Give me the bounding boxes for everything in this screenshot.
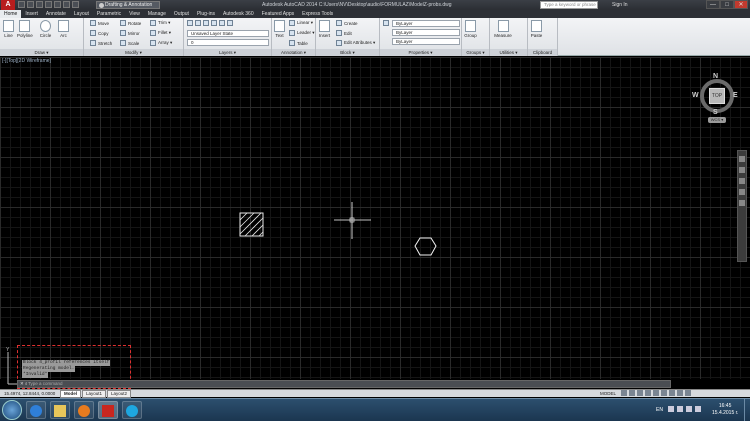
isolate-objects-icon[interactable]: [669, 390, 676, 396]
network-icon[interactable]: [686, 406, 692, 412]
taskbar-autocad[interactable]: [98, 401, 118, 419]
start-button[interactable]: [2, 400, 22, 420]
viewcube-top-face[interactable]: TOP: [709, 88, 725, 104]
workspace-switching-icon[interactable]: [653, 390, 660, 396]
annotation-visibility-icon[interactable]: [645, 390, 652, 396]
coordinates-readout[interactable]: 15.4974, 12.8444, 0.0000: [0, 391, 60, 396]
compass-east[interactable]: E: [733, 92, 738, 99]
hexagon[interactable]: [414, 237, 437, 256]
annotation-scale-icon[interactable]: [637, 390, 644, 396]
hardware-acceleration-icon[interactable]: [677, 390, 684, 396]
internet-explorer-icon: [30, 405, 42, 417]
folder-icon: [54, 405, 66, 417]
command-line-placeholder: Type a command: [28, 381, 63, 386]
autocad-icon: [102, 405, 114, 417]
showmotion-icon[interactable]: [739, 200, 745, 206]
quick-view-drawings-icon[interactable]: [629, 390, 636, 396]
viewcube[interactable]: TOP N S E W WCS ▾: [692, 73, 738, 125]
clock[interactable]: 16:45 15.4.2015 г.: [712, 403, 738, 417]
navigation-bar: [737, 150, 747, 262]
command-line-input[interactable]: ✕ ⌕ Type a command: [17, 380, 671, 388]
action-center-icon[interactable]: [677, 406, 683, 412]
crosshair-cursor: [334, 202, 371, 239]
model-space-toggle[interactable]: MODEL: [600, 391, 616, 396]
wcs-menu[interactable]: WCS ▾: [708, 117, 726, 123]
compass-west[interactable]: W: [692, 92, 699, 99]
lock-ui-icon[interactable]: [661, 390, 668, 396]
clean-screen-icon[interactable]: [685, 390, 692, 396]
svg-text:Y: Y: [6, 347, 10, 353]
status-tray: MODEL: [600, 389, 692, 397]
zoom-icon[interactable]: [739, 178, 745, 184]
pan-icon[interactable]: [739, 167, 745, 173]
quick-view-layouts-icon[interactable]: [621, 390, 628, 396]
taskbar-mediaplayer[interactable]: [74, 401, 94, 419]
volume-icon[interactable]: [695, 406, 701, 412]
compass-north[interactable]: N: [713, 73, 718, 80]
hatched-square[interactable]: [239, 212, 264, 237]
tab-layout1[interactable]: Layout1: [82, 389, 107, 398]
system-tray: [668, 406, 701, 412]
media-player-icon: [78, 405, 90, 417]
tab-model[interactable]: Model: [60, 389, 81, 398]
clock-time: 16:45: [718, 403, 732, 409]
steering-wheel-icon[interactable]: [739, 156, 745, 162]
taskbar-explorer[interactable]: [50, 401, 70, 419]
command-line-close-icon[interactable]: ✕ ⌕: [20, 381, 28, 387]
taskbar-ie[interactable]: [26, 401, 46, 419]
compass-south[interactable]: S: [713, 109, 718, 116]
tab-layout2[interactable]: Layout2: [107, 389, 132, 398]
show-desktop-button[interactable]: [744, 399, 750, 421]
skype-icon: [126, 405, 138, 417]
orbit-icon[interactable]: [739, 189, 745, 195]
clock-date: 15.4.2015 г.: [712, 410, 739, 416]
windows-taskbar: EN 16:45 15.4.2015 г.: [0, 398, 750, 421]
language-indicator[interactable]: EN: [656, 407, 663, 413]
tray-arrow-icon[interactable]: [668, 406, 674, 412]
taskbar-skype[interactable]: [122, 401, 142, 419]
